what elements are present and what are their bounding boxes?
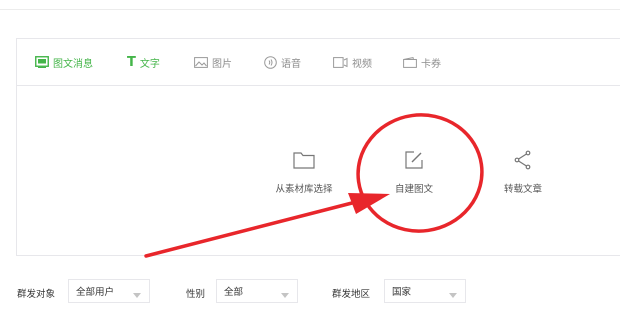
tab-news[interactable]: 图文消息: [35, 54, 93, 70]
image-icon: [194, 56, 208, 68]
folder-icon: [293, 149, 315, 171]
action-label: 自建图文: [394, 184, 433, 195]
gender-value: 全部: [224, 287, 244, 298]
create-article-button[interactable]: 自建图文: [369, 149, 459, 195]
edit-icon: [404, 149, 424, 171]
tab-voice[interactable]: 语音: [264, 54, 301, 70]
target-label: 群发对象: [17, 289, 56, 300]
region-label: 群发地区: [332, 289, 371, 300]
tab-label: 图片: [212, 58, 232, 70]
action-label: 转载文章: [503, 184, 542, 195]
region-value: 国家: [392, 287, 412, 298]
gender-select[interactable]: 全部: [216, 279, 298, 303]
share-icon: [513, 149, 533, 171]
target-select[interactable]: 全部用户: [68, 279, 150, 303]
tab-label: 文字: [139, 58, 160, 70]
tab-text[interactable]: T 文字: [127, 54, 160, 70]
tab-label: 图文消息: [53, 58, 93, 70]
send-filters: 群发对象 全部用户 性别 全部 群发地区 国家: [0, 279, 620, 305]
select-from-library-button[interactable]: 从素材库选择: [259, 149, 349, 195]
coupon-icon: [403, 56, 417, 68]
tab-coupon[interactable]: 卡券: [403, 54, 441, 70]
tab-label: 卡券: [421, 58, 441, 70]
video-icon: [333, 56, 348, 68]
tab-label: 语音: [281, 58, 301, 70]
voice-icon: [264, 55, 277, 69]
target-value: 全部用户: [76, 287, 115, 298]
region-select[interactable]: 国家: [384, 279, 466, 303]
tab-video[interactable]: 视频: [333, 54, 372, 70]
message-editor-panel: 图文消息 T 文字 图片 语音 视频 卡券 从素材库选择 自建图文 转载文章: [16, 38, 620, 256]
text-icon: T: [127, 54, 136, 70]
repost-article-button[interactable]: 转载文章: [478, 149, 568, 195]
news-icon: [35, 56, 49, 68]
create-actions: 从素材库选择 自建图文 转载文章: [17, 85, 620, 255]
gender-label: 性别: [186, 289, 206, 300]
chevron-down-icon: [133, 290, 141, 301]
chevron-down-icon: [281, 290, 289, 301]
top-header-strip: [0, 0, 620, 10]
tab-label: 视频: [352, 58, 372, 70]
action-label: 从素材库选择: [275, 184, 333, 195]
tab-image[interactable]: 图片: [194, 54, 232, 70]
message-type-tabs: 图文消息 T 文字 图片 语音 视频 卡券: [17, 39, 620, 86]
chevron-down-icon: [449, 290, 457, 301]
